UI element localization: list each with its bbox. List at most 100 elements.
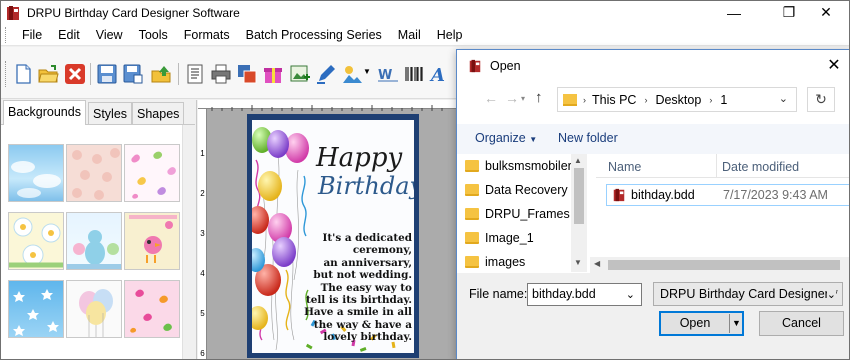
file-list-header: Name Date modified	[596, 154, 849, 178]
save-icon[interactable]	[96, 63, 118, 85]
thumbnails-scrollbar[interactable]	[182, 125, 195, 359]
file-type-select[interactable]: DRPU Birthday Card Designer(* ⌄	[653, 282, 843, 306]
address-dropdown-icon[interactable]: ⌄	[779, 92, 788, 105]
svg-text:A: A	[429, 65, 445, 85]
forward-arrow-icon[interactable]: →	[505, 90, 519, 106]
cancel-button[interactable]: Cancel	[759, 311, 844, 336]
dialog-title: Open	[490, 59, 521, 73]
card-message: It's a dedicated ceremony, an anniversar…	[279, 232, 412, 344]
file-name-input-value: bithday.bdd	[532, 287, 596, 301]
breadcrumb-this-pc[interactable]: This PC	[592, 93, 636, 107]
breadcrumb-desktop[interactable]: Desktop	[655, 93, 701, 107]
gift-icon[interactable]	[262, 63, 284, 85]
back-arrow-icon[interactable]: ←	[484, 90, 498, 106]
file-row[interactable]: bithday.bdd 7/17/2023 9:43 AM	[606, 184, 849, 206]
up-arrow-icon[interactable]: ↑	[535, 89, 543, 106]
column-divider	[716, 154, 717, 178]
background-thumbnail[interactable]	[8, 280, 64, 338]
open-button-label: Open	[679, 316, 711, 330]
menu-file[interactable]: File	[14, 24, 50, 46]
background-thumbnail[interactable]	[124, 280, 180, 338]
background-thumbnail[interactable]	[8, 144, 64, 202]
recent-locations-chevron-icon[interactable]: ▾	[521, 94, 525, 103]
folder-item[interactable]: images	[465, 250, 525, 274]
open-icon[interactable]	[37, 63, 59, 85]
file-date: 7/17/2023 9:43 AM	[723, 188, 828, 202]
birthday-card[interactable]: Happy Birthday It's a dedicated ceremony…	[247, 114, 419, 358]
card-heading-happy: Happy	[316, 143, 403, 173]
folder-item[interactable]: DRPU_Frames	[465, 202, 570, 226]
organize-button[interactable]: Organize ▼	[475, 131, 537, 145]
breadcrumb-folder-1[interactable]: 1	[720, 93, 727, 107]
tab-shapes[interactable]: Shapes	[132, 102, 185, 124]
column-header-date[interactable]: Date modified	[722, 160, 799, 174]
menu-edit[interactable]: Edit	[50, 24, 88, 46]
minimize-button[interactable]: —	[711, 1, 757, 24]
watermark-icon[interactable]: W	[377, 63, 399, 85]
column-header-name[interactable]: Name	[608, 160, 641, 174]
copy-icon[interactable]	[236, 63, 258, 85]
properties-icon[interactable]	[184, 63, 206, 85]
menu-tools[interactable]: Tools	[131, 24, 176, 46]
image-dropdown-arrow-icon[interactable]: ▼	[363, 67, 371, 76]
file-name-input[interactable]: bithday.bdd ⌄	[527, 283, 642, 306]
background-thumbnail[interactable]	[66, 280, 122, 338]
close-window-button[interactable]: ✕	[803, 1, 849, 24]
open-options-arrow-icon[interactable]: ▼	[732, 313, 741, 334]
folder-navigation-pane: bulksmsmobiler Data Recovery DRPU_Frames…	[461, 154, 588, 272]
scroll-up-icon[interactable]: ▲	[574, 156, 582, 165]
menu-mail[interactable]: Mail	[390, 24, 429, 46]
address-bar[interactable]: › This PC › Desktop › 1 ⌄	[557, 87, 797, 112]
folder-icon	[563, 93, 577, 106]
card-message-line: The easy way to	[320, 281, 412, 294]
organize-label: Organize	[475, 131, 526, 145]
background-thumbnail[interactable]	[8, 212, 64, 270]
folder-item[interactable]: Data Recovery	[465, 178, 568, 202]
new-folder-button[interactable]: New folder	[558, 131, 618, 145]
folder-item[interactable]: bulksmsmobiler	[465, 154, 572, 178]
scroll-left-icon[interactable]: ◀	[594, 259, 600, 268]
ruler-number: 3	[200, 229, 205, 238]
dialog-close-button[interactable]: ✕	[824, 56, 844, 76]
refresh-button[interactable]: ↻	[807, 87, 835, 112]
tab-styles[interactable]: Styles	[88, 102, 133, 124]
chevron-down-icon: ▼	[529, 135, 538, 144]
menu-batch-processing[interactable]: Batch Processing Series	[238, 24, 390, 46]
open-button[interactable]: Open ▼	[659, 311, 744, 336]
menu-grip	[5, 26, 8, 43]
folder-name: bulksmsmobiler	[485, 159, 572, 173]
new-icon[interactable]	[12, 63, 34, 85]
menu-help[interactable]: Help	[429, 24, 471, 46]
insert-image-icon[interactable]	[289, 63, 311, 85]
menu-view[interactable]: View	[88, 24, 131, 46]
scroll-thumb[interactable]	[608, 260, 840, 270]
card-message-line: the way & have a	[313, 318, 412, 331]
background-thumbnail[interactable]	[124, 144, 180, 202]
tab-backgrounds[interactable]: Backgrounds	[3, 100, 86, 125]
background-thumbnail[interactable]	[66, 212, 122, 270]
folder-item[interactable]: Image_1	[465, 226, 534, 250]
folder-pane-scrollbar[interactable]: ▲ ▼	[571, 154, 587, 272]
file-name-dropdown-icon[interactable]: ⌄	[626, 285, 635, 306]
scroll-down-icon[interactable]: ▼	[574, 258, 582, 267]
close-file-icon[interactable]	[64, 63, 86, 85]
export-icon[interactable]	[150, 63, 172, 85]
vertical-ruler: 1 2 3 4 5 6	[198, 109, 207, 359]
ruler-number: 1	[200, 149, 205, 158]
folder-icon	[465, 256, 479, 268]
scroll-thumb[interactable]	[574, 168, 584, 224]
text-icon[interactable]: A	[429, 63, 451, 85]
save-as-icon[interactable]	[122, 63, 144, 85]
menu-formats[interactable]: Formats	[176, 24, 238, 46]
barcode-icon[interactable]	[403, 63, 425, 85]
card-face: Happy Birthday It's a dedicated ceremony…	[252, 120, 414, 353]
close-icon: ✕	[820, 4, 832, 20]
print-icon[interactable]	[210, 63, 232, 85]
file-list-scrollbar[interactable]: ◀	[590, 257, 849, 273]
background-thumbnail[interactable]	[124, 212, 180, 270]
image-icon[interactable]	[341, 63, 363, 85]
app-logo-icon	[469, 59, 481, 73]
background-thumbnail[interactable]	[66, 144, 122, 202]
card-message-line: tell is its birthday.	[305, 294, 412, 307]
pen-icon[interactable]	[315, 63, 337, 85]
